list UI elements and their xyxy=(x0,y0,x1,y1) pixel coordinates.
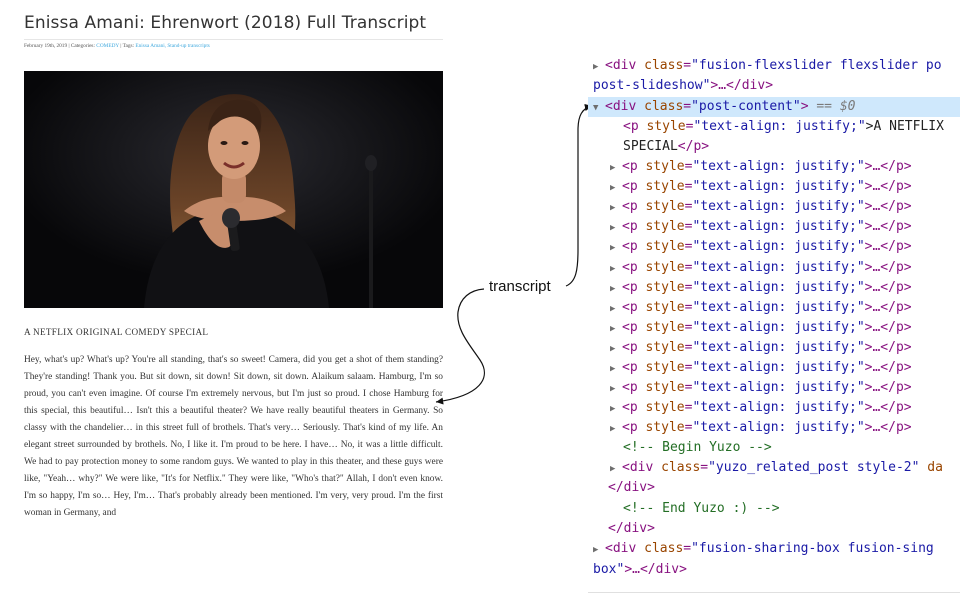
expand-triangle-icon[interactable]: ▶ xyxy=(610,379,622,399)
expand-triangle-icon[interactable]: ▶ xyxy=(610,218,622,238)
dom-node-sharing-box-cont: box">…</div> xyxy=(593,562,687,577)
expand-triangle-icon[interactable]: ▶ xyxy=(610,299,622,319)
comment-begin-yuzo[interactable]: <!-- Begin Yuzo --> xyxy=(623,438,772,458)
expand-triangle-icon[interactable]: ▶ xyxy=(610,198,622,218)
dom-node-post-content-selected[interactable]: ▼ <div class="post-content"> == $0 xyxy=(588,97,960,117)
expand-triangle-icon[interactable]: ▶ xyxy=(593,57,605,77)
expand-triangle-icon[interactable]: ▶ xyxy=(610,279,622,299)
dom-node-p-collapsed[interactable]: ▶ <p style="text-align: justify;">…</p> xyxy=(610,258,912,278)
expand-triangle-icon[interactable]: ▶ xyxy=(610,419,622,439)
dom-node-yuzo[interactable]: ▶ <div class="yuzo_related_post style-2" … xyxy=(610,458,943,478)
comment-end-yuzo[interactable]: <!-- End Yuzo :) --> xyxy=(623,499,780,519)
dom-node-p-collapsed[interactable]: ▶ <p style="text-align: justify;">…</p> xyxy=(610,398,912,418)
dom-node-p-collapsed[interactable]: ▶ <p style="text-align: justify;">…</p> xyxy=(610,358,912,378)
dom-node-p-collapsed[interactable]: ▶ <p style="text-align: justify;">…</p> xyxy=(610,278,912,298)
expand-triangle-icon[interactable]: ▶ xyxy=(593,540,605,560)
dom-node-p-collapsed[interactable]: ▶ <p style="text-align: justify;">…</p> xyxy=(610,177,912,197)
annotation-label: transcript xyxy=(489,278,551,295)
expand-triangle-icon[interactable]: ▶ xyxy=(610,339,622,359)
dom-node-post-content-close: </div> xyxy=(608,521,655,536)
expand-triangle-icon[interactable]: ▶ xyxy=(610,158,622,178)
expand-triangle-icon[interactable]: ▶ xyxy=(610,359,622,379)
dom-node-p-collapsed[interactable]: ▶ <p style="text-align: justify;">…</p> xyxy=(610,197,912,217)
dom-node-p-collapsed[interactable]: ▶ <p style="text-align: justify;">…</p> xyxy=(610,418,912,438)
expand-triangle-icon[interactable]: ▶ xyxy=(610,459,622,479)
devtools-elements-panel: ▶ <div class="fusion-flexslider flexslide… xyxy=(588,56,960,593)
dom-node-p-collapsed[interactable]: ▶ <p style="text-align: justify;">…</p> xyxy=(610,318,912,338)
collapse-triangle-icon[interactable]: ▼ xyxy=(593,98,605,118)
dom-node-p-collapsed[interactable]: ▶ <p style="text-align: justify;">…</p> xyxy=(610,378,912,398)
expand-triangle-icon[interactable]: ▶ xyxy=(610,178,622,198)
dom-node-p-collapsed[interactable]: ▶ <p style="text-align: justify;">…</p> xyxy=(610,157,912,177)
expand-triangle-icon[interactable]: ▶ xyxy=(610,238,622,258)
expand-triangle-icon[interactable]: ▶ xyxy=(610,259,622,279)
dom-node-p-collapsed[interactable]: ▶ <p style="text-align: justify;">…</p> xyxy=(610,298,912,318)
dom-node-p-expanded[interactable]: <p style="text-align: justify;">A NETFLI… xyxy=(623,117,944,137)
dom-node-p-collapsed[interactable]: ▶ <p style="text-align: justify;">…</p> xyxy=(610,217,912,237)
dom-node-flexslider[interactable]: ▶ <div class="fusion-flexslider flexslide… xyxy=(593,56,942,76)
dom-node-yuzo-close: </div> xyxy=(608,480,655,495)
dom-node-flexslider-cont: post-slideshow">…</div> xyxy=(593,78,774,93)
selected-marker: == $0 xyxy=(816,99,856,114)
expand-triangle-icon[interactable]: ▶ xyxy=(610,399,622,419)
expand-triangle-icon[interactable]: ▶ xyxy=(610,319,622,339)
dom-node-sharing-box[interactable]: ▶ <div class="fusion-sharing-box fusion-s… xyxy=(593,539,934,559)
dom-node-p-collapsed[interactable]: ▶ <p style="text-align: justify;">…</p> xyxy=(610,338,912,358)
dom-node-p-collapsed[interactable]: ▶ <p style="text-align: justify;">…</p> xyxy=(610,237,912,257)
dom-node-p-expanded-cont: SPECIAL</p> xyxy=(623,139,710,154)
